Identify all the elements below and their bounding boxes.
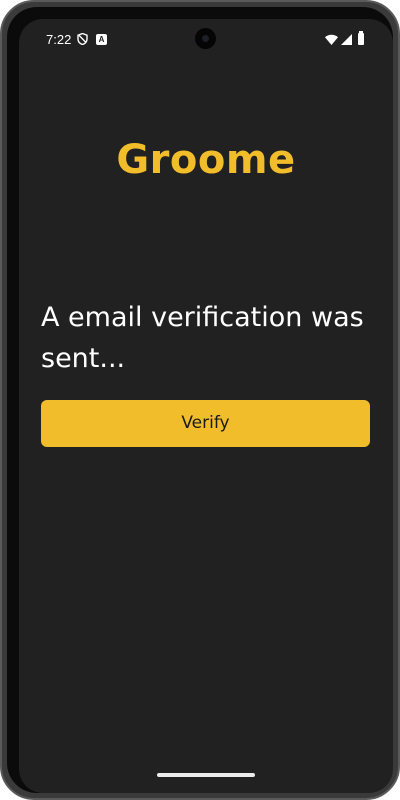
status-bar: 7:22 A	[19, 19, 393, 63]
battery-icon	[358, 31, 364, 45]
app-notification-icon: A	[96, 34, 107, 45]
app-title: Groome	[116, 137, 296, 183]
front-camera	[195, 28, 216, 49]
screen: 7:22 A Groome A email verification was s…	[19, 19, 393, 793]
wifi-icon	[325, 34, 338, 45]
signal-icon	[341, 34, 352, 45]
phone-bezel: 7:22 A Groome A email verification was s…	[7, 7, 393, 793]
home-indicator[interactable]	[157, 773, 255, 777]
status-time: 7:22	[46, 32, 72, 47]
verify-button[interactable]: Verify	[41, 400, 370, 447]
verification-message: A email verification was sent...	[41, 302, 364, 374]
phone-frame: 7:22 A Groome A email verification was s…	[0, 0, 400, 800]
shield-icon	[77, 33, 88, 45]
